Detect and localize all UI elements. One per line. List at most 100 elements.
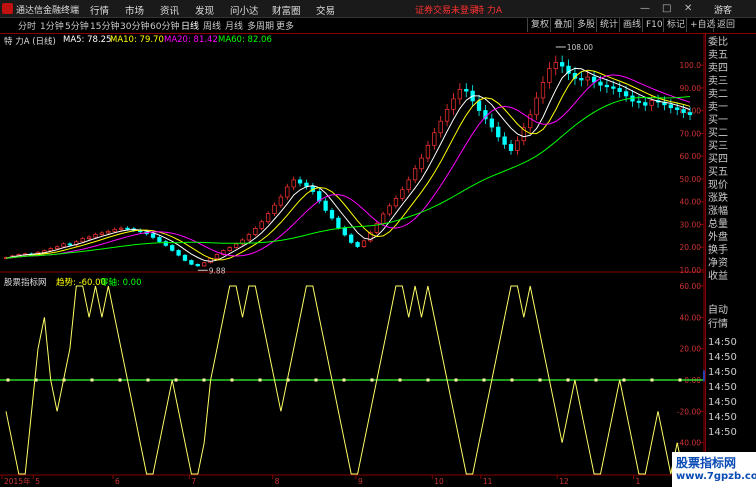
candle-body <box>412 168 418 181</box>
quote-label: 买四 <box>708 154 728 165</box>
quote-label: 买二 <box>708 128 728 139</box>
candle-body <box>444 108 450 122</box>
candle-body <box>323 200 328 211</box>
indicator-tick-label: 60.00 <box>680 282 702 291</box>
back-button[interactable]: 返回 <box>713 18 738 32</box>
quote-label: 卖五 <box>708 50 728 61</box>
candle-body <box>157 237 162 242</box>
candle-body <box>272 204 277 214</box>
date-tick-label: 6 <box>115 477 120 486</box>
price-tick-label: 10.00 <box>680 266 702 275</box>
tick-time: 14:50 <box>708 427 737 438</box>
candle-body <box>349 234 354 243</box>
zero-marker <box>426 378 430 382</box>
auto-quote-label: 自动 <box>708 305 728 316</box>
candle-body <box>687 112 693 116</box>
zero-marker <box>398 378 402 382</box>
candle-body <box>425 144 431 159</box>
quote-label: 买五 <box>708 167 728 178</box>
candle-body <box>195 263 200 267</box>
candle-body <box>636 100 642 103</box>
candle-body <box>278 196 284 206</box>
guest-label[interactable]: 游客 <box>714 3 732 16</box>
candle-body <box>489 118 494 128</box>
zero-marker <box>146 378 150 382</box>
candle-body <box>623 91 629 97</box>
quote-label: 买一 <box>708 115 728 126</box>
candle-body <box>579 78 584 81</box>
date-tick-label: 11 <box>483 477 493 486</box>
candle-body <box>611 86 616 89</box>
candle-body <box>48 248 53 252</box>
zero-marker <box>538 378 542 382</box>
candle-body <box>381 213 386 224</box>
candle-body <box>189 260 194 265</box>
indicator-tick-label: 20.00 <box>680 345 702 354</box>
quote-label: 买三 <box>708 141 728 152</box>
candle-body <box>86 236 92 239</box>
candle-body <box>643 102 648 106</box>
zero-marker <box>202 378 206 382</box>
candle-body <box>182 254 188 261</box>
candle-body <box>681 109 686 113</box>
candle-body <box>432 132 437 146</box>
zero-marker <box>118 378 122 382</box>
chart-canvas[interactable]: 100.090.0080.0070.0060.0050.0040.0030.00… <box>0 0 705 487</box>
tick-time: 14:50 <box>708 337 737 348</box>
indicator-trend-value: 趋势: -60.00 <box>56 278 106 288</box>
date-tick-label: 1 <box>636 477 641 486</box>
quote-sidebar: 委比 卖五 卖四 卖三 卖二 卖一 买一 买二 买三 买四 买五 现价 涨跌 涨幅 总量 外盘 换手 净资 收益 自动… <box>705 34 756 454</box>
candle-body <box>559 62 565 67</box>
indicator-axis: 60.0040.0020.000.00-20.00-40.00 <box>677 282 704 448</box>
quote-label: 换手 <box>708 245 728 256</box>
candle-body <box>246 234 252 241</box>
candle-body <box>598 81 603 86</box>
watermark-line1: 股票指标网 <box>676 456 737 470</box>
tick-time: 14:50 <box>708 367 737 378</box>
candle-body <box>457 88 463 100</box>
price-tick-label: 30.00 <box>680 220 702 229</box>
candle-body <box>534 97 539 116</box>
candle-body <box>93 234 98 238</box>
candle-body <box>604 84 610 88</box>
zero-marker <box>482 378 486 382</box>
candle-body <box>176 250 181 256</box>
candle-body <box>547 68 552 83</box>
date-axis: 2015年 5 6 7 8 9 10 11 12 1 <box>1 475 641 486</box>
candle-body <box>233 243 239 248</box>
candle-body <box>285 186 290 198</box>
candle-body <box>106 230 111 234</box>
indicator-name[interactable]: 股票指标网 <box>4 276 47 288</box>
candle-body <box>617 88 622 92</box>
zero-marker <box>342 378 346 382</box>
candle-body <box>61 243 66 248</box>
indicator-tick-label: -20.00 <box>677 407 701 416</box>
candle-body <box>80 238 85 243</box>
price-tick-label: 40.00 <box>680 198 702 207</box>
candle-body <box>54 246 60 249</box>
candle-body <box>387 205 392 215</box>
candle-body <box>214 254 220 259</box>
candle-body <box>202 262 207 267</box>
watermark: 股票指标网 www.7gpzb.com <box>672 452 756 487</box>
zero-marker <box>174 378 178 382</box>
price-axis: 100.090.0080.0070.0060.0050.0040.0030.00… <box>680 61 704 275</box>
quote-label: 委比 <box>708 37 728 48</box>
candle-body <box>291 179 296 188</box>
candle-body <box>464 88 469 92</box>
quote-label: 涨跌 <box>708 193 728 204</box>
candle-body <box>393 197 399 207</box>
date-tick-label: 10 <box>434 477 444 486</box>
price-tick-label: 60.00 <box>680 152 702 161</box>
candle-body <box>419 157 424 170</box>
zero-marker <box>678 378 682 382</box>
zero-marker <box>594 378 598 382</box>
indicator-lines: 2.32 <box>0 285 705 475</box>
indicator-tick-label: -40.00 <box>677 439 701 448</box>
zero-marker <box>510 378 514 382</box>
candle-body <box>451 98 456 110</box>
candle-body <box>304 182 309 187</box>
quote-label: 收益 <box>708 271 728 282</box>
date-tick-label: 5 <box>35 477 40 486</box>
candle-body <box>150 233 156 238</box>
